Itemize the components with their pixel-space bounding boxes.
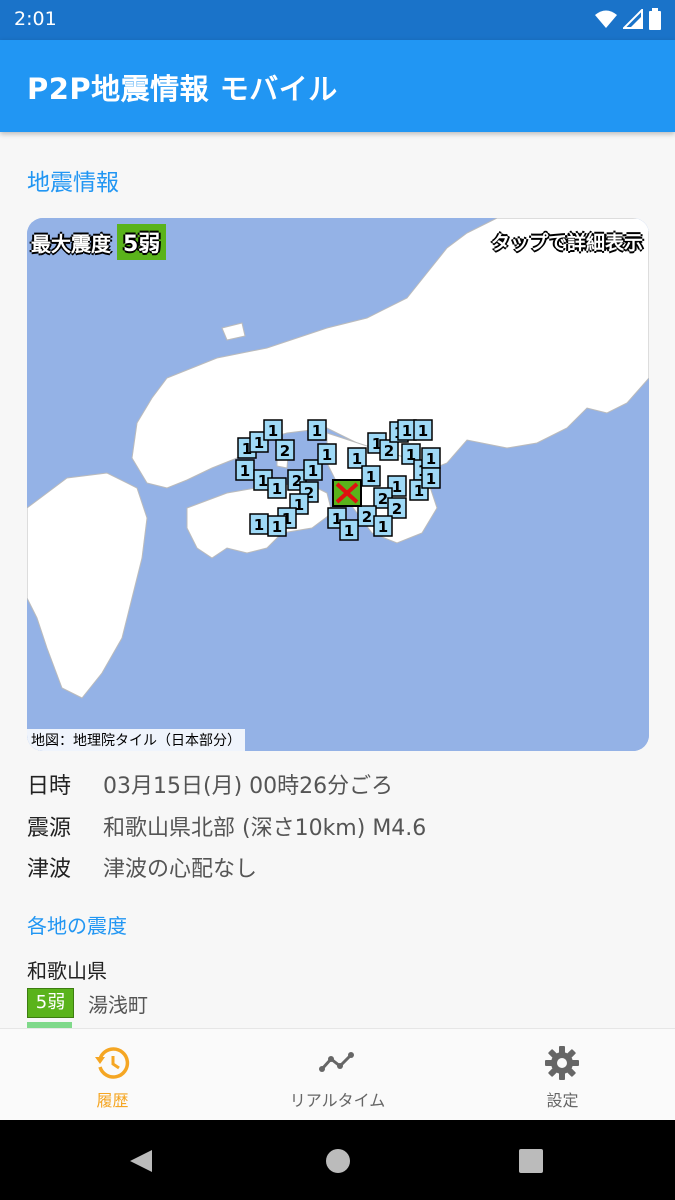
- max-intensity-label: 最大震度: [31, 231, 111, 256]
- nav-item-history[interactable]: 履歴: [0, 1029, 225, 1121]
- station-intensity-label: 1: [426, 450, 436, 468]
- tap-for-details-hint: タップで詳細表示: [490, 232, 643, 254]
- earthquake-map[interactable]: 11121112111121111112221211111111111 最大震度…: [27, 218, 649, 751]
- datetime-row: 日時 03月15日(月) 00時26分ごろ: [27, 768, 393, 800]
- timeline-icon: [319, 1052, 354, 1072]
- station-intensity-label: 1: [366, 468, 376, 486]
- nav-item-settings[interactable]: 設定: [450, 1029, 675, 1121]
- recents-icon[interactable]: [519, 1149, 543, 1173]
- nav-label-realtime: リアルタイム: [289, 1091, 386, 1110]
- app-title: P2P地震情報 モバイル: [27, 72, 338, 106]
- station-intensity-label: 1: [240, 462, 250, 480]
- station-intensity-label: 1: [418, 422, 428, 440]
- gear-icon: [545, 1046, 579, 1080]
- history-icon: [95, 1047, 130, 1079]
- station-intensity-label: 1: [378, 518, 388, 536]
- station-intensity-label: 1: [254, 516, 264, 534]
- status-time: 2:01: [14, 8, 57, 30]
- wifi-icon: [595, 10, 617, 28]
- tsunami-label: 津波: [27, 857, 72, 882]
- epicenter-row: 震源 和歌山県北部 (深さ10km) M4.6: [27, 810, 426, 842]
- station-intensity-label: 1: [254, 434, 264, 452]
- station-intensity-label: 2: [384, 442, 394, 460]
- station-intensity-label: 2: [392, 500, 402, 518]
- station-intensity-label: 2: [362, 508, 372, 526]
- station-intensity-label: 1: [272, 480, 282, 498]
- station-intensity-label: 1: [258, 472, 268, 490]
- station-intensity-label: 1: [308, 462, 318, 480]
- datetime-label: 日時: [27, 774, 72, 799]
- map-canvas: 11121112111121111112221211111111111: [27, 218, 649, 751]
- nav-label-history: 履歴: [96, 1091, 129, 1110]
- epicenter-marker: [332, 479, 362, 507]
- map-credit: 地図：地理院タイル（日本部分）: [27, 729, 245, 751]
- station-intensity-label: 1: [312, 422, 322, 440]
- station-intensity-label: 1: [268, 422, 278, 440]
- intensity-badge: 5弱: [27, 988, 74, 1018]
- tsunami-value: 津波の心配なし: [103, 857, 258, 882]
- epicenter-label: 震源: [27, 816, 72, 841]
- list-item: 5弱 湯浅町: [27, 988, 148, 1018]
- max-intensity-badge: 5弱: [117, 224, 167, 260]
- battery-icon: [649, 8, 661, 30]
- bottom-navigation: 履歴 リアルタイム 設定: [0, 1028, 675, 1121]
- system-navigation-bar: [0, 1120, 675, 1200]
- datetime-value: 03月15日(月) 00時26分ごろ: [103, 774, 394, 799]
- back-icon[interactable]: [128, 1148, 154, 1174]
- station-intensity-label: 1: [392, 478, 402, 496]
- city-name: 湯浅町: [88, 992, 148, 1017]
- epicenter-value: 和歌山県北部 (深さ10km) M4.6: [103, 816, 427, 841]
- max-intensity-overlay: 最大震度 5弱: [31, 224, 167, 260]
- tsunami-row: 津波 津波の心配なし: [27, 851, 257, 883]
- status-bar: 2:01: [0, 0, 675, 40]
- section-title-regional-intensity: 各地の震度: [27, 914, 127, 938]
- nav-label-settings: 設定: [546, 1091, 579, 1110]
- station-intensity-label: 1: [402, 422, 412, 440]
- section-title-earthquake-info: 地震情報: [27, 170, 119, 196]
- station-intensity-label: 1: [352, 450, 362, 468]
- cellular-icon: [623, 9, 643, 29]
- status-icons: [595, 8, 661, 30]
- station-intensity-label: 1: [322, 446, 332, 464]
- station-intensity-label: 2: [280, 442, 290, 460]
- nav-item-realtime[interactable]: リアルタイム: [225, 1029, 450, 1121]
- station-intensity-label: 1: [272, 518, 282, 536]
- home-icon[interactable]: [325, 1148, 351, 1174]
- station-intensity-label: 1: [344, 522, 354, 540]
- app-bar: P2P地震情報 モバイル: [0, 40, 675, 132]
- prefecture-name: 和歌山県: [27, 959, 107, 983]
- station-intensity-label: 2: [378, 490, 388, 508]
- station-intensity-label: 1: [426, 470, 436, 488]
